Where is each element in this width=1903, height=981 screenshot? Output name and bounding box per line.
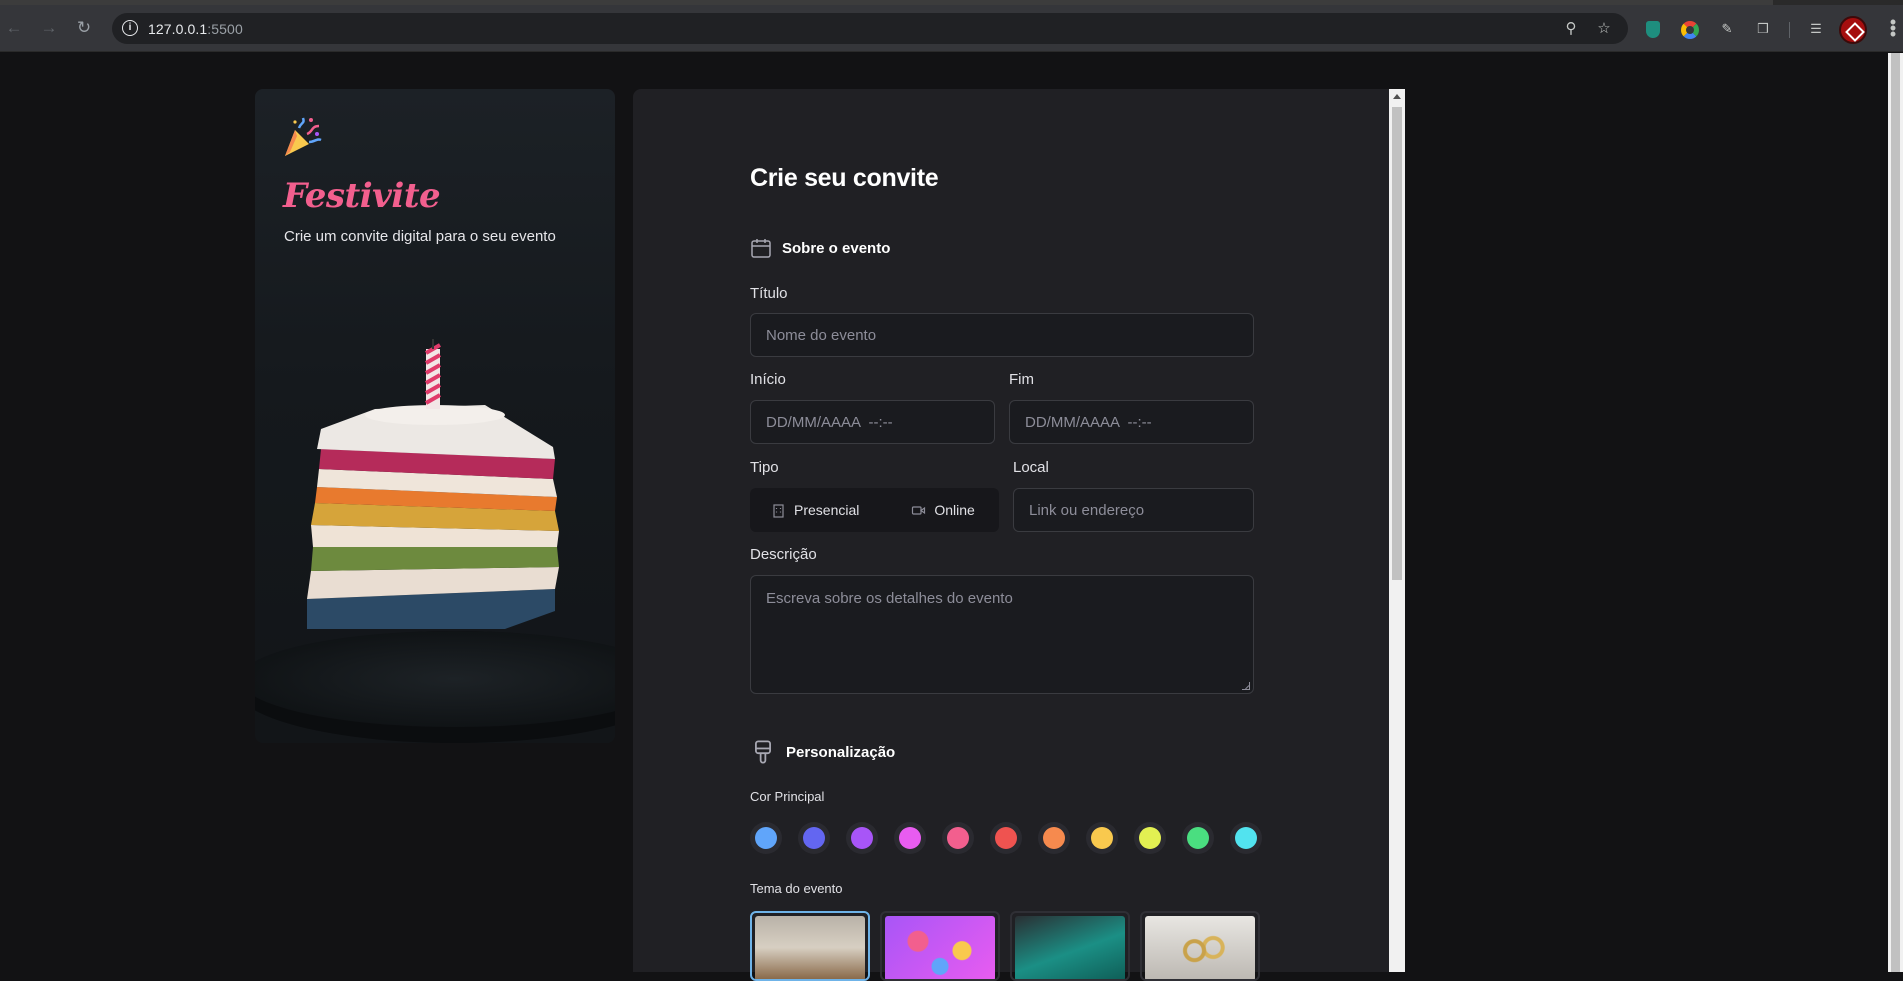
address-bar[interactable]: i 127.0.0.1:5500 ⚲ ☆	[112, 13, 1628, 44]
form-heading: Crie seu convite	[750, 164, 939, 192]
eyedropper-icon[interactable]: ✎	[1717, 19, 1737, 39]
color-swatch-dot	[995, 827, 1017, 849]
color-swatch-11[interactable]	[1230, 822, 1262, 854]
site-info-icon[interactable]: i	[122, 20, 138, 36]
form-scrollbar-thumb[interactable]	[1392, 107, 1402, 580]
color-swatch-dot	[755, 827, 777, 849]
building-icon	[773, 503, 784, 518]
theme-thumb-party	[885, 916, 995, 979]
page-scrollbar-thumb[interactable]	[1891, 53, 1900, 972]
theme-thumb-wedding	[1145, 916, 1255, 979]
color-swatch-dot	[851, 827, 873, 849]
section-custom-title: Personalização	[786, 743, 896, 761]
theme-picker	[750, 911, 1260, 981]
end-field[interactable]	[1009, 400, 1254, 444]
location-input[interactable]	[1014, 489, 1253, 531]
theme-option-wedding[interactable]	[1140, 911, 1260, 981]
back-icon[interactable]: ←	[0, 14, 28, 42]
media-queue-icon[interactable]: ☰	[1806, 19, 1826, 39]
description-label: Descrição	[750, 546, 817, 563]
calendar-icon	[751, 239, 771, 258]
type-option-presencial-label: Presencial	[794, 502, 860, 518]
hero-card: Festivite Crie um convite digital para o…	[255, 89, 615, 743]
type-option-online[interactable]: Online	[911, 502, 975, 518]
paintbrush-icon	[755, 740, 771, 764]
end-datetime-input[interactable]	[1010, 401, 1253, 443]
type-toggle: Presencial Online	[750, 488, 999, 532]
start-datetime-input[interactable]	[751, 401, 994, 443]
reload-icon[interactable]: ↻	[70, 14, 98, 42]
color-swatch-10[interactable]	[1182, 822, 1214, 854]
location-field[interactable]	[1013, 488, 1254, 532]
color-swatch-6[interactable]	[990, 822, 1022, 854]
color-swatch-dot	[1091, 827, 1113, 849]
page-scrollbar[interactable]	[1888, 53, 1903, 972]
start-field[interactable]	[750, 400, 995, 444]
address-url[interactable]: 127.0.0.1:5500	[148, 21, 243, 37]
color-swatch-4[interactable]	[894, 822, 926, 854]
section-custom-header: Personalização	[750, 738, 895, 766]
color-swatch-dot	[1043, 827, 1065, 849]
type-option-online-label: Online	[934, 502, 975, 518]
party-popper-icon	[285, 117, 322, 156]
cake-image	[255, 339, 615, 743]
theme-option-party[interactable]	[880, 911, 1000, 981]
theme-option-birthday[interactable]	[750, 911, 870, 981]
theme-thumb-graduation	[1015, 916, 1125, 979]
scroll-up-arrow-icon[interactable]	[1393, 94, 1401, 99]
extensions-puzzle-icon[interactable]: ❒	[1753, 19, 1773, 39]
color-label: Cor Principal	[750, 789, 825, 804]
color-swatch-dot	[899, 827, 921, 849]
section-event-header: Sobre o evento	[750, 237, 890, 259]
description-field[interactable]	[750, 575, 1254, 694]
color-picker	[750, 822, 1262, 854]
color-swatch-dot	[947, 827, 969, 849]
extension-shield-icon[interactable]	[1646, 21, 1660, 38]
location-label: Local	[1013, 459, 1049, 476]
color-swatch-7[interactable]	[1038, 822, 1070, 854]
section-event-title: Sobre o evento	[782, 239, 891, 257]
brand-name: Festivite	[283, 176, 441, 216]
type-option-presencial[interactable]: Presencial	[771, 502, 859, 518]
start-label: Início	[750, 371, 786, 388]
url-host: 127.0.0.1	[148, 21, 208, 37]
theme-option-graduation[interactable]	[1010, 911, 1130, 981]
title-label: Título	[750, 285, 788, 302]
description-textarea[interactable]	[751, 576, 1253, 693]
color-swatch-5[interactable]	[942, 822, 974, 854]
color-swatch-1[interactable]	[750, 822, 782, 854]
theme-label: Tema do evento	[750, 881, 843, 896]
browser-menu-icon[interactable]: • • •	[1887, 13, 1899, 43]
theme-thumb-birthday	[755, 916, 865, 979]
color-swatch-dot	[1187, 827, 1209, 849]
color-swatch-dot	[1139, 827, 1161, 849]
type-label: Tipo	[750, 459, 779, 476]
title-field[interactable]	[750, 313, 1254, 357]
forward-icon[interactable]: →	[35, 14, 63, 42]
textarea-resize-handle[interactable]	[1242, 682, 1250, 690]
profile-avatar[interactable]	[1839, 16, 1867, 44]
browser-toolbar: ← → ↻ i 127.0.0.1:5500 ⚲ ☆ ✎ ❒ ☰ • • •	[0, 5, 1903, 52]
color-swatch-2[interactable]	[798, 822, 830, 854]
color-swatch-9[interactable]	[1134, 822, 1166, 854]
zoom-icon[interactable]: ⚲	[1562, 20, 1580, 38]
video-camera-icon	[912, 505, 926, 515]
bookmark-star-icon[interactable]: ☆	[1595, 20, 1613, 38]
form-scrollbar[interactable]	[1389, 89, 1405, 972]
extension-color-icon[interactable]	[1681, 21, 1699, 39]
end-label: Fim	[1009, 371, 1034, 388]
hero-tagline: Crie um convite digital para o seu event…	[284, 228, 556, 245]
color-swatch-dot	[803, 827, 825, 849]
color-swatch-dot	[1235, 827, 1257, 849]
color-swatch-3[interactable]	[846, 822, 878, 854]
url-port: :5500	[207, 21, 243, 37]
title-input[interactable]	[751, 314, 1253, 356]
toolbar-separator	[1789, 22, 1790, 38]
color-swatch-8[interactable]	[1086, 822, 1118, 854]
